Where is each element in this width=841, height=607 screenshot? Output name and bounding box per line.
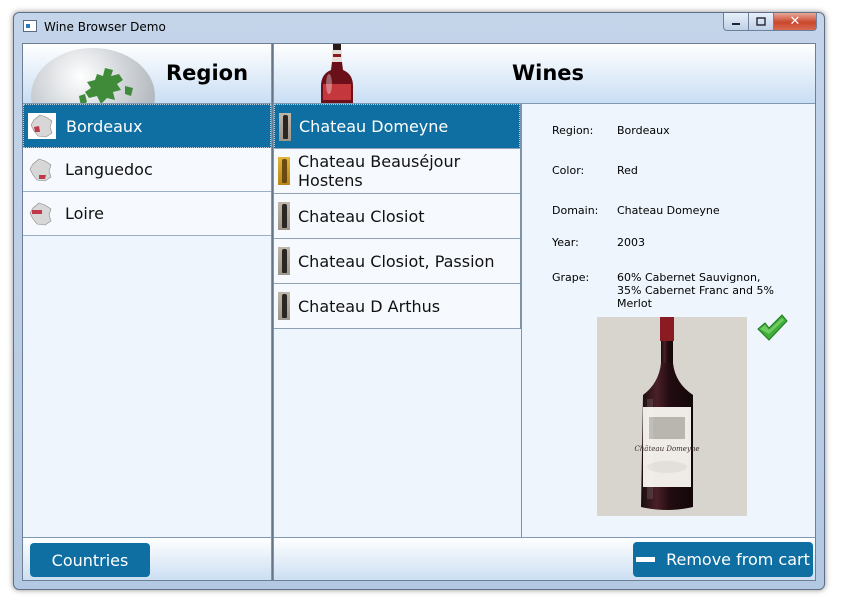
- globe-icon: [31, 48, 155, 103]
- region-label: Loire: [65, 204, 104, 223]
- detail-value: Chateau Domeyne: [617, 204, 720, 217]
- wine-list: Chateau Domeyne Chateau Beauséjour Hoste…: [274, 104, 521, 329]
- wines-header: Wines: [274, 44, 815, 104]
- maximize-button[interactable]: [749, 13, 774, 31]
- region-header-title: Region: [166, 61, 249, 85]
- wine-label: Chateau Beauséjour Hostens: [298, 152, 461, 190]
- app-window: Wine Browser Demo ✕ Region Wines Bordeau…: [13, 12, 825, 590]
- wine-details-panel: Region: Bordeaux Color: Red Domain: Chat…: [521, 104, 815, 537]
- wine-bottle-thumbnail: [278, 157, 290, 185]
- wine-item[interactable]: Chateau Closiot: [274, 194, 520, 239]
- wines-header-title: Wines: [512, 61, 585, 85]
- minimize-icon: [732, 22, 740, 25]
- countries-button[interactable]: Countries: [30, 543, 150, 577]
- close-button[interactable]: ✕: [774, 13, 817, 31]
- region-item-languedoc[interactable]: Languedoc: [23, 148, 271, 192]
- remove-from-cart-label: Remove from cart: [666, 550, 810, 569]
- wine-label: Chateau Closiot: [298, 206, 425, 226]
- detail-value: 60% Cabernet Sauvignon, 35% Cabernet Fra…: [617, 271, 774, 310]
- wine-bottle-icon: [321, 44, 353, 103]
- wine-bottle-thumbnail: [278, 247, 290, 275]
- detail-value: Bordeaux: [617, 124, 670, 137]
- detail-value: 2003: [617, 236, 645, 249]
- detail-label: Region:: [552, 124, 594, 137]
- wine-item[interactable]: Chateau Beauséjour Hostens: [274, 149, 520, 194]
- france-map-icon: [29, 158, 52, 181]
- wine-label: Chateau D Arthus: [298, 296, 441, 316]
- region-item-bordeaux[interactable]: Bordeaux: [23, 104, 271, 148]
- app-icon: [23, 20, 37, 32]
- france-map-icon: [29, 202, 52, 225]
- detail-label: Year:: [552, 236, 579, 249]
- wine-bottle-photo: Château Domeyne: [597, 317, 747, 516]
- window-title: Wine Browser Demo: [44, 20, 166, 34]
- wine-bottle-thumbnail: [278, 292, 290, 320]
- maximize-icon: [756, 17, 766, 26]
- region-label: Languedoc: [65, 160, 153, 179]
- wine-bottle-thumbnail: [278, 202, 290, 230]
- wine-label: Chateau Closiot, Passion: [298, 251, 495, 271]
- close-icon: ✕: [789, 14, 801, 29]
- region-list: Bordeaux Languedoc Loire: [23, 104, 271, 236]
- wine-item[interactable]: Chateau Closiot, Passion: [274, 239, 520, 284]
- wine-photo: Château Domeyne: [597, 317, 747, 516]
- wine-item[interactable]: Chateau Domeyne: [274, 104, 520, 149]
- detail-label: Color:: [552, 164, 585, 177]
- minimize-button[interactable]: [723, 13, 749, 31]
- europe-map-icon: [79, 68, 133, 103]
- wine-item[interactable]: Chateau D Arthus: [274, 284, 520, 329]
- window-controls: ✕: [723, 13, 817, 31]
- checkmark-icon: [757, 314, 788, 341]
- region-item-loire[interactable]: Loire: [23, 192, 271, 236]
- minus-icon: [636, 557, 656, 562]
- wine-bottle-thumbnail: [279, 112, 291, 141]
- bottle-label-text: Château Domeyne: [634, 445, 699, 453]
- detail-label: Domain:: [552, 204, 599, 217]
- detail-label: Grape:: [552, 271, 590, 284]
- client-area: Region Wines Bordeaux Languedoc Loire Ch…: [22, 43, 816, 581]
- wine-footer: Remove from cart: [274, 537, 815, 580]
- wine-label: Chateau Domeyne: [299, 117, 449, 136]
- region-footer: Countries: [23, 537, 271, 580]
- region-label: Bordeaux: [66, 116, 143, 136]
- remove-from-cart-button[interactable]: Remove from cart: [633, 542, 813, 577]
- region-header: Region: [23, 44, 272, 104]
- france-map-icon: [28, 113, 56, 139]
- title-bar[interactable]: Wine Browser Demo ✕: [14, 13, 824, 41]
- detail-value: Red: [617, 164, 638, 177]
